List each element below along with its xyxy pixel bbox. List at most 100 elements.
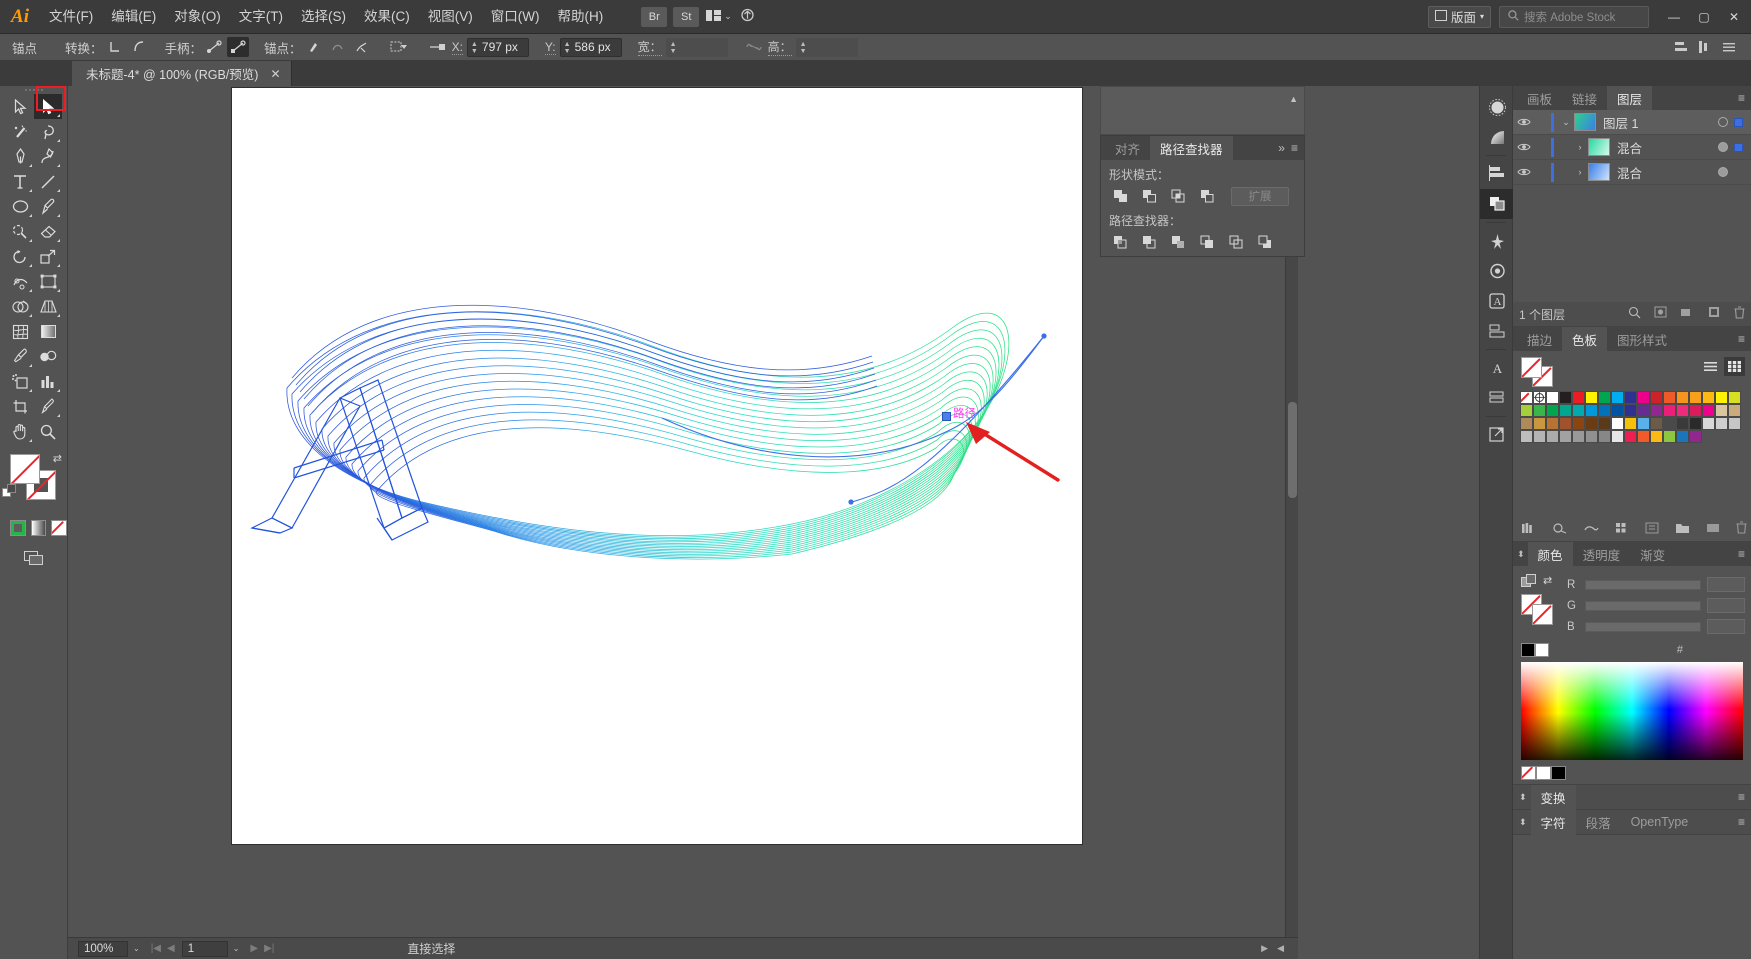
paintbrush-tool[interactable] [34,194,62,219]
swatch-63[interactable] [1676,430,1689,443]
swatch-19[interactable] [1546,404,1559,417]
swatch-11[interactable] [1663,391,1676,404]
swatch-61[interactable] [1650,430,1663,443]
last-artboard-button[interactable]: ▶| [264,943,274,954]
default-fill-stroke-button[interactable] [2,484,18,505]
scale-tool[interactable] [34,244,62,269]
new-swatch-folder-icon[interactable] [1675,522,1690,537]
swatch-16[interactable] [1728,391,1741,404]
tab-graphic-styles[interactable]: 图形样式 [1607,327,1677,351]
layer-row-1[interactable]: ⌄ 图层 1 [1513,110,1751,135]
eye-icon[interactable] [1513,117,1535,127]
swatch-24[interactable] [1611,404,1624,417]
ellipse-tool[interactable] [6,194,34,219]
color-stroke-swatch[interactable] [1532,604,1553,625]
eyedropper-tool[interactable] [6,344,34,369]
hand-tool[interactable] [6,419,34,444]
fill-stroke-mini-icon[interactable] [1521,574,1537,593]
layer-name[interactable]: 混合 [1617,138,1718,157]
swatch-42[interactable] [1624,417,1637,430]
swatch-38[interactable] [1572,417,1585,430]
zoom-dropdown-icon[interactable]: ⌄ [133,944,140,953]
artboard[interactable]: 路径 [232,88,1082,844]
swatch-0[interactable] [1520,391,1533,404]
swatch-libraries-icon[interactable] [1521,522,1536,537]
swatch-14[interactable] [1702,391,1715,404]
swap-fill-stroke-icon[interactable]: ⇄ [53,452,62,465]
tool-flyout-indicator[interactable] [57,164,60,167]
swatch-9[interactable] [1637,391,1650,404]
magic-wand-tool[interactable] [6,119,34,144]
next-artboard-button[interactable]: ▶ [250,943,258,954]
tool-flyout-indicator[interactable] [57,314,60,317]
black-swatch[interactable] [1521,643,1535,657]
white-swatch[interactable] [1536,766,1551,780]
list-view-button[interactable] [1700,357,1721,376]
swatch-6[interactable] [1598,391,1611,404]
tool-flyout-indicator[interactable] [29,264,32,267]
collapsed-panel-above-pathfinder[interactable]: ▲ [1100,86,1305,135]
white-swatch[interactable] [1535,643,1549,657]
locate-object-icon[interactable] [1628,306,1641,322]
swatch-54[interactable] [1559,430,1572,443]
layer-row-2[interactable]: › 混合 [1513,135,1751,160]
prev-artboard-button[interactable]: ◀ [167,943,175,954]
swatch-59[interactable] [1624,430,1637,443]
chevron-right-icon[interactable]: › [1572,167,1588,177]
swatch-21[interactable] [1572,404,1585,417]
tab-gradient[interactable]: 渐变 [1630,542,1675,566]
swatch-56[interactable] [1585,430,1598,443]
distribute-panel-icon[interactable] [1694,37,1716,57]
divide-button[interactable] [1107,232,1134,252]
panel-menu-icon[interactable]: ≡ [1738,815,1745,829]
tool-flyout-indicator[interactable] [29,389,32,392]
status-next-icon[interactable]: ▶ [1261,943,1268,954]
zoom-tool[interactable] [34,419,62,444]
control-panel-menu-icon[interactable] [1718,37,1740,57]
pen-tool[interactable] [6,144,34,169]
menu-object[interactable]: 对象(O) [165,0,230,34]
screen-mode-button[interactable] [23,550,45,566]
shape-builder-tool[interactable] [6,294,34,319]
document-tab[interactable]: 未标题-4* @ 100% (RGB/预览) ✕ [72,61,292,86]
swatch-17[interactable] [1520,404,1533,417]
swatch-48[interactable] [1702,417,1715,430]
edit-colors-icon[interactable] [1645,522,1659,537]
grid-view-button[interactable] [1724,357,1745,376]
swatch-46[interactable] [1676,417,1689,430]
artboard-number-input[interactable]: 1 [181,940,228,957]
swatch-44[interactable] [1650,417,1663,430]
swatch-41[interactable] [1611,417,1624,430]
black-swatch[interactable] [1551,766,1566,780]
swatch-55[interactable] [1572,430,1585,443]
remove-anchor-button[interactable] [303,37,325,57]
menu-effect[interactable]: 效果(C) [355,0,419,34]
swatch-60[interactable] [1637,430,1650,443]
tab-color[interactable]: 颜色 [1527,542,1573,566]
dock-pathfinder-icon[interactable] [1480,189,1514,219]
show-swatch-kinds-icon[interactable] [1552,522,1567,537]
swatch-52[interactable] [1533,430,1546,443]
stock-button[interactable]: St [673,6,700,27]
swatch-23[interactable] [1598,404,1611,417]
target-circle-icon[interactable] [1718,117,1728,127]
layer-name[interactable]: 图层 1 [1603,113,1718,132]
swatch-25[interactable] [1624,404,1637,417]
stepper-icon[interactable]: ▲ ▼ [471,41,478,55]
delete-layer-icon[interactable] [1734,306,1745,322]
swatch-28[interactable] [1663,404,1676,417]
dock-symbols-icon[interactable] [1480,226,1514,256]
swatch-50[interactable] [1728,417,1741,430]
channel-slider-g[interactable] [1585,600,1701,611]
color-mode-none[interactable] [51,520,68,536]
swatch-43[interactable] [1637,417,1650,430]
swatch-4[interactable] [1572,391,1585,404]
toolbar-grip[interactable] [0,86,67,94]
dock-brushes-icon[interactable] [1480,92,1514,122]
type-tool[interactable] [6,169,34,194]
first-artboard-button[interactable]: |◀ [151,943,161,954]
window-minimize-button[interactable]: — [1659,4,1689,30]
panel-grip-icon[interactable]: ⬍ [1517,549,1525,560]
menu-file[interactable]: 文件(F) [40,0,102,34]
panel-menu-icon[interactable]: ≡ [1738,91,1745,105]
